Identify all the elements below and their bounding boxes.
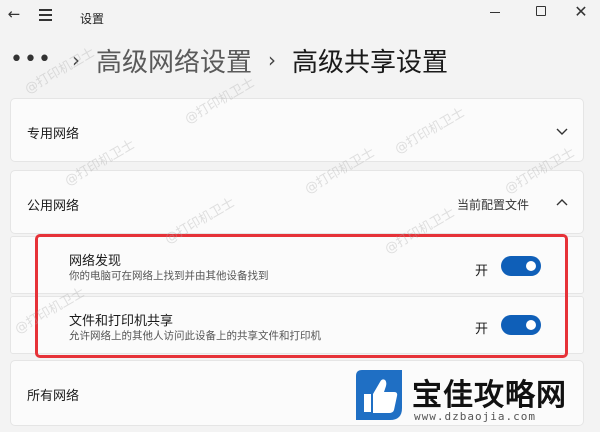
network-discovery-state: 开	[475, 264, 489, 279]
file-printer-sharing-title: 文件和打印机共享	[69, 314, 174, 329]
close-button[interactable]: ✕	[566, 4, 596, 24]
breadcrumb-overflow-button[interactable]: •••	[10, 49, 52, 71]
file-printer-sharing-description: 允许网络上的其他人访问此设备上的共享文件和打印机	[69, 330, 321, 342]
minimize-button[interactable]	[480, 2, 510, 22]
chevron-down-icon[interactable]	[555, 124, 569, 138]
logo-url: www.dzbaojia.com	[414, 410, 536, 423]
title-bar: ← 设置 ✕	[0, 0, 600, 34]
current-profile-label: 当前配置文件	[457, 198, 530, 212]
chevron-up-icon[interactable]	[555, 196, 569, 210]
logo-text: 宝佳攻略网	[412, 378, 567, 413]
breadcrumb: ••• › 高级网络设置 › 高级共享设置	[10, 40, 448, 80]
private-network-section[interactable]: 专用网络	[10, 98, 584, 162]
network-discovery-description: 你的电脑可在网络上找到并由其他设备找到	[69, 270, 269, 282]
public-network-section[interactable]: 公用网络 当前配置文件	[10, 170, 584, 234]
maximize-button[interactable]	[526, 2, 556, 22]
breadcrumb-separator-icon: ›	[71, 48, 80, 72]
network-discovery-row: 网络发现 你的电脑可在网络上找到并由其他设备找到 开	[10, 236, 584, 294]
network-discovery-toggle[interactable]	[501, 256, 541, 276]
back-arrow-icon[interactable]: ←	[4, 4, 24, 24]
public-network-label: 公用网络	[27, 199, 80, 214]
all-networks-label: 所有网络	[27, 389, 80, 404]
breadcrumb-separator-icon: ›	[267, 48, 276, 72]
file-printer-sharing-toggle[interactable]	[501, 315, 541, 335]
network-discovery-title: 网络发现	[69, 254, 122, 269]
private-network-label: 专用网络	[27, 127, 80, 142]
thumbs-up-logo-icon	[352, 368, 406, 422]
page-title: 高级共享设置	[291, 47, 448, 78]
window-title: 设置	[80, 12, 105, 26]
site-logo: 宝佳攻略网 www.dzbaojia.com	[352, 364, 600, 432]
file-printer-sharing-row: 文件和打印机共享 允许网络上的其他人访问此设备上的共享文件和打印机 开	[10, 296, 584, 354]
hamburger-menu-icon[interactable]	[36, 4, 56, 24]
file-printer-sharing-state: 开	[475, 322, 489, 337]
breadcrumb-item-advanced-network[interactable]: 高级网络设置	[96, 42, 252, 79]
